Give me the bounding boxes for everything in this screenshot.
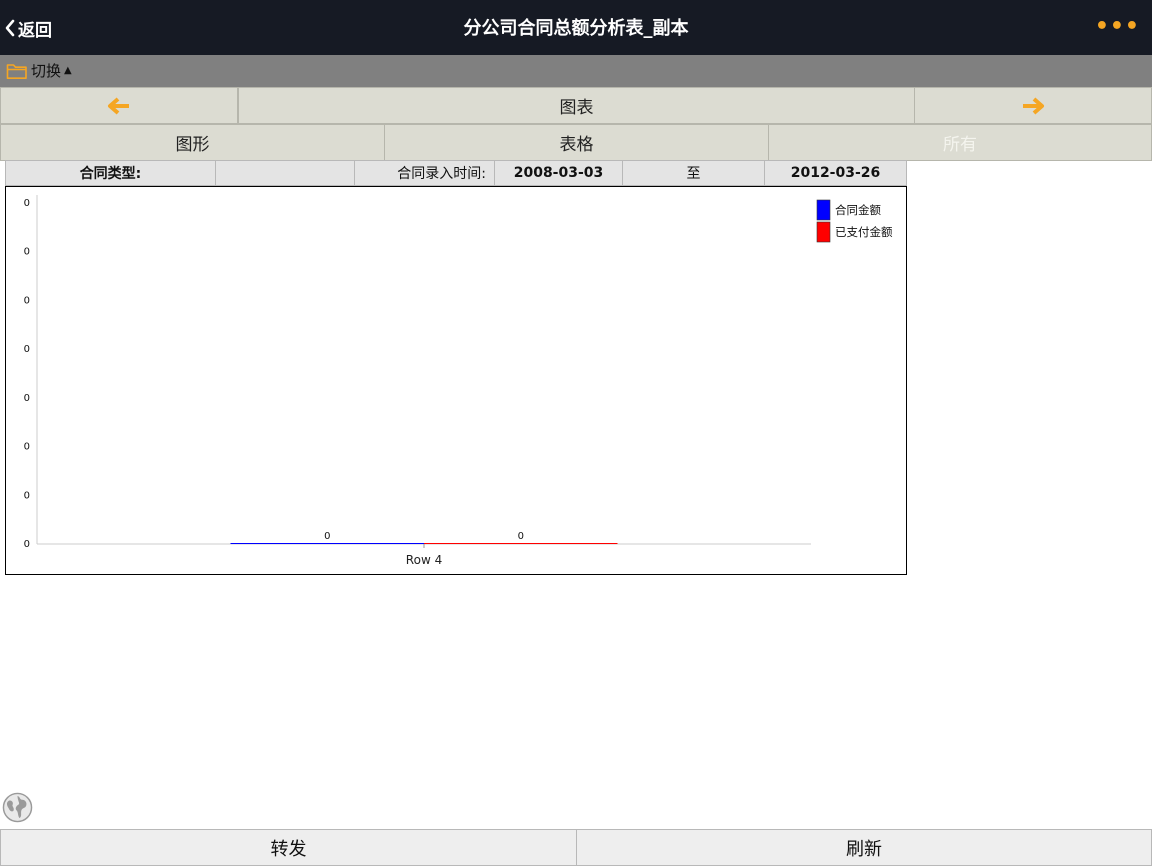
- tab-graph[interactable]: 图形: [0, 124, 385, 161]
- bar-contract-amount[interactable]: [230, 543, 425, 544]
- switch-bar: 切换 ▲: [0, 55, 1152, 87]
- more-icon[interactable]: •••: [1095, 16, 1140, 38]
- top-bar: 返回 分公司合同总额分析表_副本 •••: [0, 0, 1152, 55]
- switch-label: 切换: [31, 62, 62, 80]
- bar-chart: 0 0 0 0 0 0 0 0 0 0 Row 4 合同金额已支付金额: [24, 195, 893, 567]
- legend-swatch: [816, 221, 831, 243]
- date-from-field[interactable]: 2008-03-03: [494, 160, 623, 186]
- y-tick-label: 0: [24, 490, 30, 501]
- y-tick-label: 0: [24, 442, 30, 453]
- tab-table[interactable]: 表格: [384, 124, 769, 161]
- x-tick-label: Row 4: [406, 553, 442, 567]
- y-tick-label: 0: [24, 295, 30, 306]
- nav-row: 图表: [0, 87, 1152, 124]
- caret-up-icon: ▲: [64, 65, 72, 76]
- y-tick-label: 0: [24, 539, 30, 550]
- bar-value-label: 0: [324, 531, 330, 542]
- tab-all[interactable]: 所有: [768, 124, 1152, 161]
- y-tick-label: 0: [24, 344, 30, 355]
- switch-button[interactable]: 切换 ▲: [6, 60, 72, 81]
- filter-row: 合同类型: 合同录入时间: 2008-03-03 至 2012-03-26: [5, 160, 907, 186]
- prev-button[interactable]: [0, 87, 238, 124]
- y-tick-label: 0: [24, 198, 30, 209]
- chart-panel: 0 0 0 0 0 0 0 0 0 0 Row 4 合同金额已支付金额: [5, 186, 907, 575]
- entry-time-label: 合同录入时间:: [354, 160, 495, 186]
- refresh-button[interactable]: 刷新: [576, 829, 1152, 866]
- date-to-field[interactable]: 2012-03-26: [764, 160, 907, 186]
- contract-type-label: 合同类型:: [5, 160, 216, 186]
- legend-label: 已支付金额: [835, 225, 893, 239]
- legend-swatch: [816, 199, 831, 221]
- globe-icon[interactable]: [2, 792, 33, 823]
- page-title: 分公司合同总额分析表_副本: [463, 18, 689, 39]
- forward-button[interactable]: 转发: [0, 829, 577, 866]
- bar-paid-amount[interactable]: [424, 543, 618, 544]
- contract-type-value[interactable]: [215, 160, 355, 186]
- to-label: 至: [622, 160, 765, 186]
- folder-icon: [6, 63, 27, 79]
- next-button[interactable]: [914, 87, 1152, 124]
- nav-title: 图表: [238, 87, 915, 124]
- bar-value-label: 0: [518, 531, 524, 542]
- arrow-left-icon: [108, 96, 129, 115]
- arrow-right-icon: [1023, 96, 1044, 115]
- footer-bar: 转发 刷新: [0, 829, 1152, 866]
- y-tick-label: 0: [24, 393, 30, 404]
- legend-label: 合同金额: [835, 203, 881, 217]
- y-tick-label: 0: [24, 247, 30, 258]
